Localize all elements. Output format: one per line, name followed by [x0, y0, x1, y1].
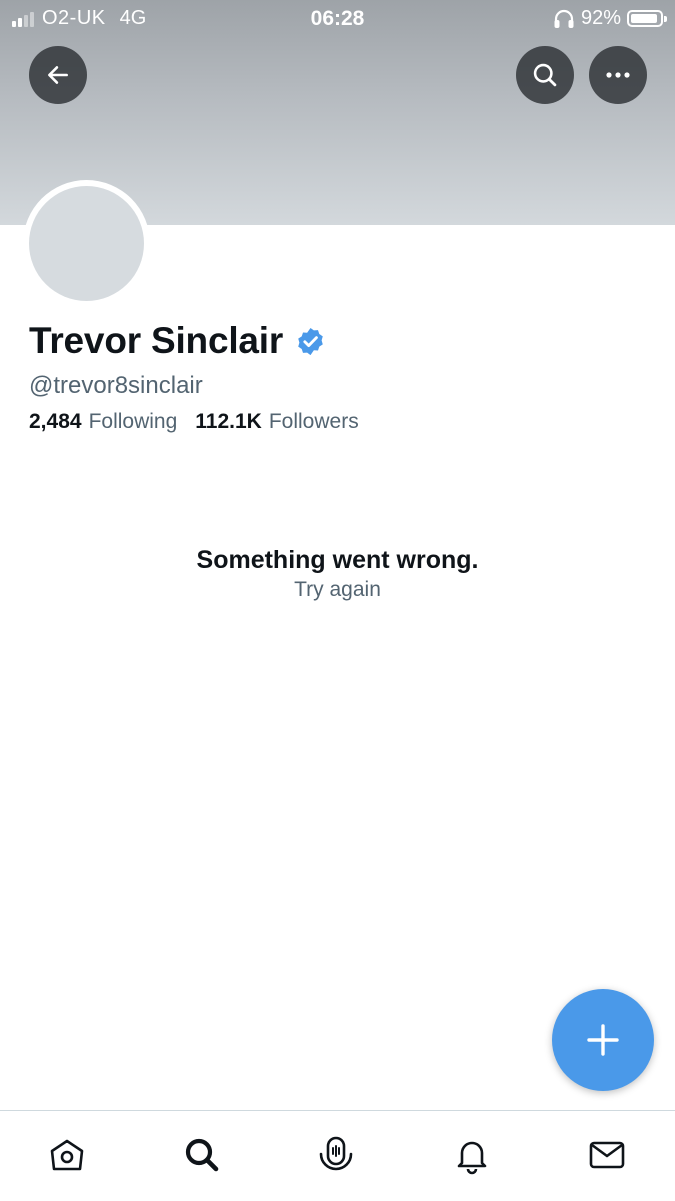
following-label: Following	[88, 410, 178, 433]
spaces-icon	[319, 1136, 353, 1171]
followers-label: Followers	[268, 410, 359, 433]
home-icon	[50, 1139, 84, 1171]
verified-badge-icon	[298, 327, 323, 355]
name-row: Trevor Sinclair	[29, 320, 326, 362]
status-right: 92%	[553, 7, 667, 30]
more-button[interactable]	[589, 46, 647, 104]
tab-notifications[interactable]	[450, 1133, 494, 1177]
tab-home[interactable]	[45, 1133, 89, 1177]
follow-stats: 2,484 Following 112.1K Followers	[29, 410, 359, 434]
headphones-icon	[554, 9, 574, 28]
search-button[interactable]	[516, 46, 574, 104]
avatar[interactable]	[29, 186, 144, 301]
compose-button[interactable]	[552, 989, 654, 1091]
tab-search[interactable]	[180, 1133, 224, 1177]
profile-handle: @trevor8sinclair	[29, 372, 203, 399]
try-again-button[interactable]: Try again	[0, 578, 675, 602]
following-link[interactable]: 2,484 Following	[29, 410, 177, 434]
battery-icon	[627, 10, 667, 27]
back-button[interactable]	[29, 46, 87, 104]
status-bar: O2-UK 4G 06:28 92%	[0, 0, 675, 38]
notifications-icon	[457, 1141, 487, 1175]
followers-count: 112.1K	[195, 410, 262, 433]
battery-percent: 92%	[580, 7, 621, 29]
messages-icon	[589, 1141, 625, 1169]
search-icon	[533, 63, 557, 87]
plus-icon	[587, 1024, 619, 1056]
following-count: 2,484	[29, 410, 82, 433]
error-title: Something went wrong.	[196, 546, 479, 574]
search-icon	[185, 1138, 219, 1172]
avatar-ring[interactable]	[23, 180, 150, 307]
more-horizontal-icon	[606, 72, 630, 78]
bottom-tab-bar	[0, 1110, 675, 1201]
arrow-left-icon	[48, 66, 68, 84]
tab-messages[interactable]	[585, 1133, 629, 1177]
display-name: Trevor Sinclair	[29, 320, 284, 361]
followers-link[interactable]: 112.1K Followers	[195, 410, 358, 434]
tab-spaces[interactable]	[314, 1133, 358, 1177]
